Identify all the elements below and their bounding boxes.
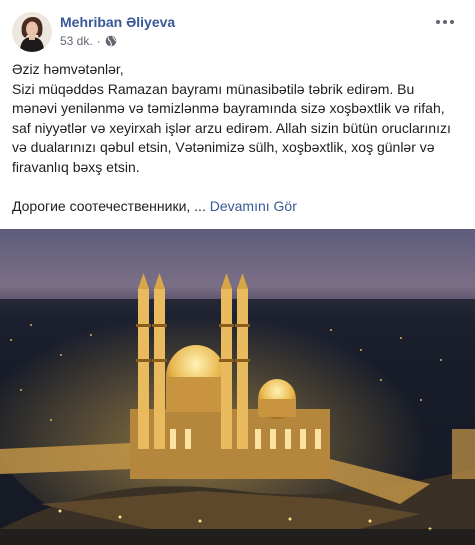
post-text-line: Əziz həmvətənlər, [12, 61, 124, 77]
facebook-post: Mehriban Əliyeva 53 dk. · Əziz həmvətənl… [0, 0, 475, 545]
meta-separator: · [96, 34, 101, 48]
translation-line: Дорогие соотечественники, ... Devamını G… [12, 197, 462, 217]
post-text-line: və dualarınızı qəbul etsin, Vətənimizə s… [12, 139, 435, 156]
post-header: Mehriban Əliyeva 53 dk. · [12, 12, 463, 54]
post-photo[interactable] [0, 229, 475, 545]
author-avatar[interactable] [12, 12, 52, 52]
post-text: Əziz həmvətənlər, Sizi müqəddəs Ramazan … [12, 60, 462, 217]
post-text-line: saf niyyətlər və xeyirxah işlər arzu edi… [12, 119, 451, 136]
post-text-line: Sizi müqəddəs Ramazan bayramı münasibəti… [12, 80, 415, 97]
russian-preview-text: Дорогие соотечественники, ... [12, 198, 206, 215]
post-text-line: mənəvi yenilənmə və təmizlənmə bayramınd… [12, 100, 445, 117]
avatar-image [12, 12, 52, 52]
post-text-line: firavanlıq bəxş etsin. [12, 158, 140, 175]
mosque-night-photo [0, 229, 475, 545]
see-more-link[interactable]: Devamını Gör [210, 198, 297, 214]
more-options-icon[interactable] [433, 12, 457, 32]
author-name[interactable]: Mehriban Əliyeva [60, 14, 175, 30]
post-timestamp[interactable]: 53 dk. [60, 34, 93, 48]
post-meta: 53 dk. · [60, 34, 117, 48]
globe-icon[interactable] [105, 35, 117, 47]
